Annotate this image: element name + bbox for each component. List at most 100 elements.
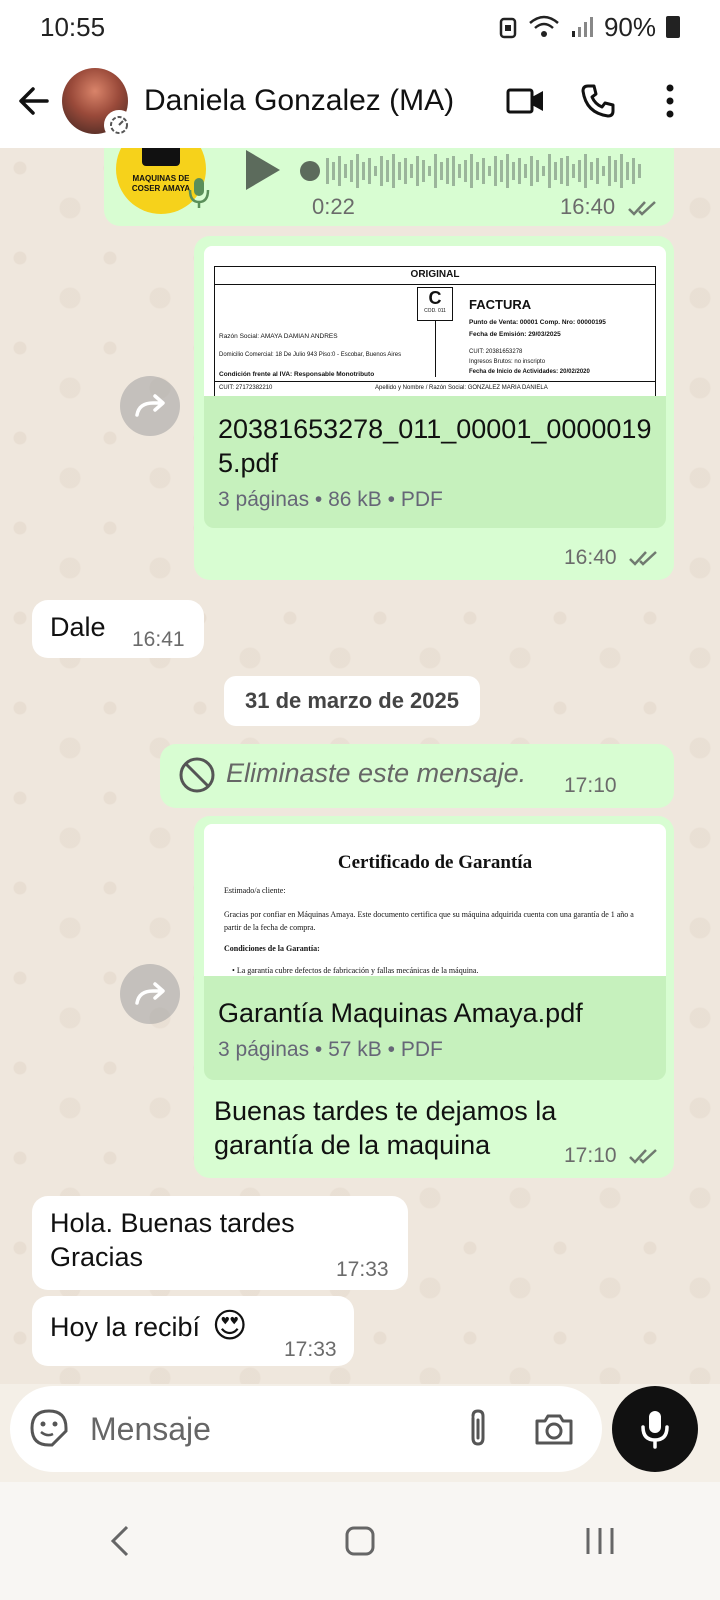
paperclip-icon xyxy=(471,1409,485,1446)
recents-icon xyxy=(586,1528,614,1554)
message-text: Dale xyxy=(50,612,106,642)
wifi-icon xyxy=(529,15,559,37)
invoice-preview[interactable]: ORIGINAL C COD. 011 FACTURA Razón Social… xyxy=(204,246,666,396)
invoice-cod: COD. 011 xyxy=(424,308,446,314)
video-camera-icon xyxy=(506,88,543,114)
nav-back-button[interactable] xyxy=(80,1511,160,1571)
invoice-condicion: Condición frente al IVA: Responsable Mon… xyxy=(219,371,375,378)
kebab-menu-icon xyxy=(666,84,674,118)
waveform[interactable] xyxy=(300,150,650,192)
invoice-apellido: Apellido y Nombre / Razón Social: GONZAL… xyxy=(375,385,548,391)
status-ring-icon xyxy=(104,110,134,140)
blocked-icon xyxy=(179,757,215,793)
chat-area[interactable]: MAQUINAS DE COSER AMAYA 0:22 16:40 ORIGI… xyxy=(0,148,720,1384)
warranty-time-text: 17:10 xyxy=(564,1144,617,1167)
status-icons: 90% xyxy=(498,12,680,43)
voice-message[interactable]: MAQUINAS DE COSER AMAYA 0:22 16:40 xyxy=(104,148,674,226)
forward-button[interactable] xyxy=(120,964,180,1024)
warranty-conditions: Condiciones de la Garantía: xyxy=(224,944,320,953)
warranty-greeting: Estimado/a cliente: xyxy=(224,886,286,895)
warranty-file-name: Garantía Maquinas Amaya.pdf xyxy=(218,998,583,1028)
invoice-original: ORIGINAL xyxy=(410,269,460,280)
message-time: 17:33 xyxy=(284,1338,337,1361)
arrow-left-icon xyxy=(19,87,49,115)
incoming-message[interactable]: Hola. Buenas tardes Gracias 17:33 xyxy=(32,1196,408,1290)
battery-icon xyxy=(666,16,680,38)
voice-call-button[interactable] xyxy=(562,71,634,131)
invoice-punto: Punto de Venta: 00001 Comp. Nro: 0000019… xyxy=(469,319,606,326)
nav-recents-button[interactable] xyxy=(560,1511,640,1571)
warranty-caption: Buenas tardes te dejamos la garantía de … xyxy=(214,1096,557,1160)
invoice-letter: C xyxy=(428,288,442,308)
microphone-icon xyxy=(641,1411,669,1449)
warranty-file-meta: 3 páginas • 57 kB • PDF xyxy=(218,1038,443,1061)
back-button[interactable] xyxy=(14,81,54,121)
video-call-button[interactable] xyxy=(490,71,562,131)
invoice-time-text: 16:40 xyxy=(564,546,617,569)
message-time: 17:33 xyxy=(336,1258,389,1281)
status-time: 10:55 xyxy=(40,11,106,42)
home-square-icon xyxy=(345,1526,375,1556)
invoice-file-name: 20381653278_011_00001_00000195.pdf xyxy=(218,414,652,478)
more-options-button[interactable] xyxy=(634,71,706,131)
system-nav-bar xyxy=(0,1482,720,1600)
signal-icon xyxy=(571,17,593,37)
invoice-ingresos: Ingresos Brutos: no inscripto xyxy=(469,359,546,365)
incoming-message[interactable]: Hoy la recibí 😍 17:33 xyxy=(32,1296,354,1366)
nav-home-button[interactable] xyxy=(320,1511,400,1571)
invoice-razon: Razón Social: AMAYA DAMIAN ANDRES xyxy=(219,333,338,340)
sticker-button[interactable] xyxy=(28,1407,72,1451)
play-button[interactable] xyxy=(242,148,286,196)
incoming-message[interactable]: Dale 16:41 xyxy=(32,600,204,658)
read-ticks-icon xyxy=(629,551,658,567)
forward-icon xyxy=(135,982,165,1005)
chat-header: Daniela Gonzalez (MA) xyxy=(0,54,720,148)
invoice-inicio: Fecha de Inicio de Actividades: 20/02/20… xyxy=(469,369,590,375)
deleted-text: Eliminaste este mensaje. xyxy=(226,758,527,788)
contact-name[interactable]: Daniela Gonzalez (MA) xyxy=(144,84,490,118)
play-icon xyxy=(246,150,280,190)
avatar[interactable] xyxy=(62,68,134,140)
phone-icon xyxy=(581,84,615,118)
read-ticks-icon xyxy=(628,201,657,216)
voice-logo-text: MAQUINAS DE COSER AMAYA xyxy=(131,174,191,193)
invoice-domicilio: Domicilio Comercial: 18 De Julio 943 Pis… xyxy=(219,352,402,358)
microphone-icon xyxy=(188,178,210,208)
date-separator: 31 de marzo de 2025 xyxy=(224,676,480,726)
invoice-file-info[interactable]: 20381653278_011_00001_00000195.pdf 3 pág… xyxy=(204,396,666,528)
invoice-cuit2: CUIT: 27172382210 xyxy=(219,385,273,391)
record-voice-button[interactable] xyxy=(612,1386,698,1472)
deleted-time: 17:10 xyxy=(564,774,617,797)
warranty-bullet: La garantía cubre defectos de fabricació… xyxy=(236,966,479,975)
warranty-message[interactable]: Certificado de Garantía Estimado/a clien… xyxy=(194,816,674,1178)
read-ticks-icon xyxy=(629,1149,658,1165)
invoice-file-meta: 3 páginas • 86 kB • PDF xyxy=(218,488,443,511)
invoice-title: FACTURA xyxy=(469,297,532,312)
voice-duration: 0:22 xyxy=(312,194,355,219)
message-text: Hola. Buenas tardes Gracias xyxy=(50,1208,295,1272)
invoice-fecha: Fecha de Emisión: 29/03/2025 xyxy=(469,331,561,338)
battery-percent: 90% xyxy=(603,11,656,42)
attach-button[interactable] xyxy=(448,1404,508,1454)
forward-icon xyxy=(135,394,165,417)
forward-button[interactable] xyxy=(120,376,180,436)
message-composer[interactable]: Mensaje xyxy=(10,1386,602,1472)
chevron-left-icon xyxy=(110,1525,129,1557)
camera-button[interactable] xyxy=(524,1404,584,1454)
warranty-body: Gracias por confiar en Máquinas Amaya. E… xyxy=(224,910,634,932)
sticker-icon xyxy=(30,1409,68,1447)
message-time: 16:41 xyxy=(132,628,185,651)
status-bar: 10:55 90% xyxy=(0,0,720,54)
warranty-preview[interactable]: Certificado de Garantía Estimado/a clien… xyxy=(204,824,666,984)
warranty-title: Certificado de Garantía xyxy=(337,852,533,873)
alarm-icon xyxy=(499,17,517,39)
voice-time: 16:40 xyxy=(560,194,659,220)
warranty-file-info[interactable]: Garantía Maquinas Amaya.pdf 3 páginas • … xyxy=(204,976,666,1080)
warranty-time: 17:10 xyxy=(564,1144,660,1168)
invoice-message[interactable]: ORIGINAL C COD. 011 FACTURA Razón Social… xyxy=(194,236,674,580)
deleted-message[interactable]: Eliminaste este mensaje. 17:10 xyxy=(160,744,674,808)
heart-eyes-emoji: 😍 xyxy=(212,1307,248,1345)
voice-time-text: 16:40 xyxy=(560,194,616,219)
message-input[interactable]: Mensaje xyxy=(90,1411,448,1448)
message-text: Hoy la recibí xyxy=(50,1312,201,1342)
